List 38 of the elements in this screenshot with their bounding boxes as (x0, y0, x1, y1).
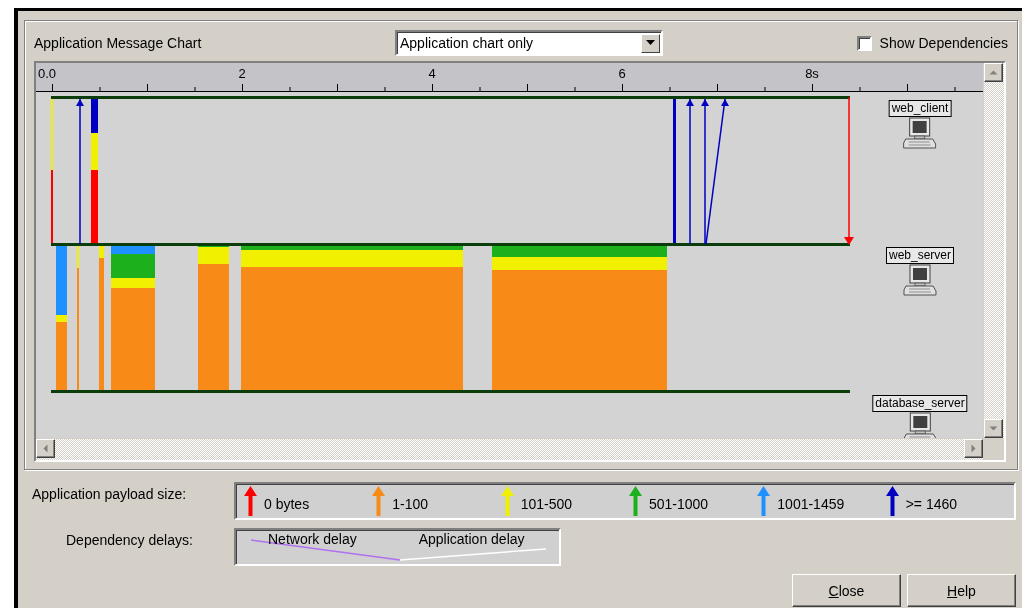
checkbox[interactable] (856, 35, 872, 51)
node-label: database_server (872, 395, 968, 412)
legend-label: 101-500 (520, 496, 573, 514)
tick-label: 6 (618, 66, 626, 81)
arrow-down-icon (989, 424, 998, 433)
arrow-left-icon (41, 444, 50, 453)
arrow-right-icon (969, 444, 978, 453)
horizontal-scrollbar[interactable] (36, 438, 983, 460)
view-dropdown[interactable]: Application chart only (395, 30, 663, 56)
arrow-up-icon (989, 68, 998, 77)
caret-icon (646, 40, 655, 46)
legend-label: Application payload size: (32, 485, 188, 502)
computer-icon (903, 117, 937, 149)
legend-label: >= 1460 (905, 496, 958, 514)
tick-label: 8s (805, 66, 819, 81)
scroll-up-button[interactable] (984, 63, 1003, 82)
legend-label: 501-1000 (649, 496, 709, 514)
legend-label: 0 bytes (264, 496, 310, 514)
close-button[interactable]: Close (792, 574, 901, 607)
computer-icon (903, 264, 937, 296)
checkbox-label: Show Dependencies (879, 35, 1008, 51)
node-label: web_client (888, 100, 952, 117)
legend-label: Network delay (268, 531, 357, 549)
scroll-down-button[interactable] (984, 419, 1003, 438)
vertical-scrollbar[interactable] (983, 63, 1004, 438)
tick-label: 2 (238, 66, 246, 81)
scroll-right-button[interactable] (964, 439, 983, 458)
legend-label: Application delay (418, 531, 525, 549)
scroll-left-button[interactable] (36, 439, 55, 458)
help-button[interactable]: Help (907, 574, 1016, 607)
node-label: web_server (886, 247, 954, 264)
legend-label: 1001-1459 (777, 496, 845, 514)
chart-title: Application Message Chart (34, 35, 203, 51)
legend-label: Dependency delays: (65, 531, 194, 548)
legend-label: 1-100 (392, 496, 429, 514)
tick-label: 0.0 (38, 66, 57, 81)
tick-label: 4 (428, 66, 436, 81)
dropdown-value: Application chart only (400, 35, 534, 51)
